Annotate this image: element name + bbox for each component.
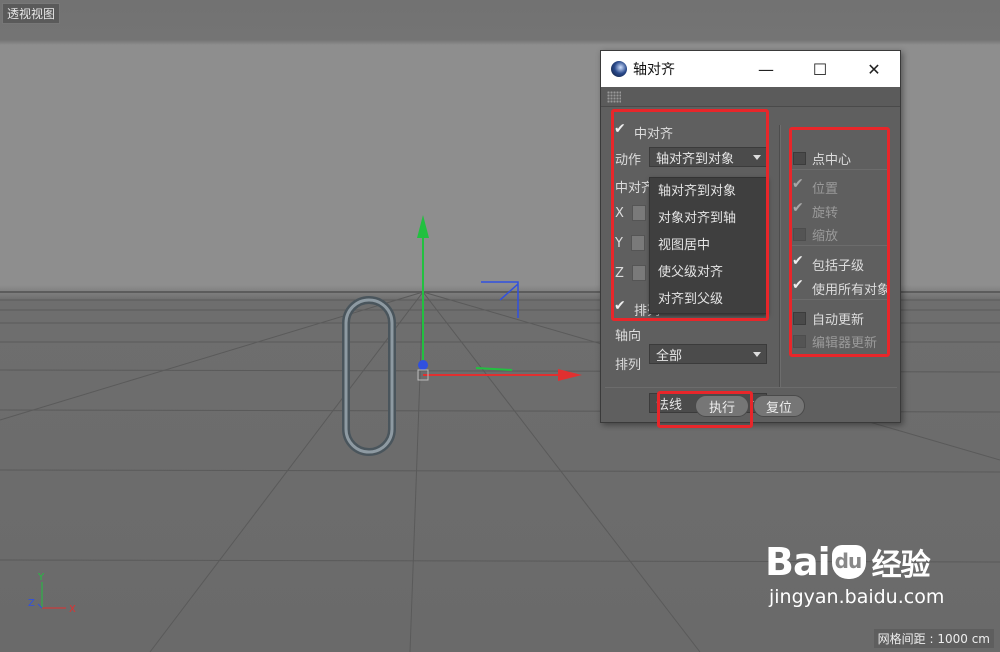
baidu-url: jingyan.baidu.com [769,586,945,608]
gizmo-z-handle [418,360,428,370]
world-axis-z [37,603,43,609]
baidu-logo-bai: Bai [765,540,831,584]
bottom-divider [605,387,897,388]
axis-align-dialog: 轴对齐 — ☐ ✕ 中对齐 动作 轴对齐到对象 中对齐 X Y [600,50,901,428]
dialog-body: 中对齐 动作 轴对齐到对象 中对齐 X Y Z 排列 轴向 [601,107,900,428]
axis-direction-row: 轴向 [615,325,641,344]
chevron-down-icon [753,352,761,357]
highlight-box-left [611,109,769,321]
arrange-mode-label: 排列 [615,358,642,373]
world-axis-y-label: Y [37,572,45,583]
dialog-title: 轴对齐 [633,62,675,78]
dialog-toolstrip [601,87,900,107]
highlight-box-right [789,127,890,357]
baidu-logo: Bai 经验 [765,540,944,584]
reset-button[interactable]: 复位 [753,395,805,417]
dialog-titlebar[interactable]: 轴对齐 — ☐ ✕ [601,51,900,87]
world-axis-x-label: X [69,604,76,615]
gizmo-y-arrow [417,215,429,238]
world-axis-z-label: Z [28,598,35,609]
baidu-logo-jingyan: 经验 [871,548,931,583]
minimize-icon[interactable]: — [743,51,789,87]
highlight-box-execute [657,391,753,428]
column-divider [779,125,781,387]
axis-direction-select[interactable]: 全部 [649,344,767,364]
cinema4d-icon [611,61,627,77]
axis-direction-label: 轴向 [615,329,642,344]
axis-direction-value: 全部 [656,348,683,364]
arrange-mode-row: 排列 [615,354,641,373]
grid-spacing-info: 网格间距 : 1000 cm [873,629,994,648]
grip-icon[interactable] [607,91,621,103]
viewport-label[interactable]: 透视视图 [2,3,61,24]
baidu-watermark: Bai 经验 jingyan.baidu.com [765,540,944,608]
close-icon[interactable]: ✕ [851,51,897,87]
paw-icon [831,545,866,579]
maximize-icon[interactable]: ☐ [797,51,843,87]
